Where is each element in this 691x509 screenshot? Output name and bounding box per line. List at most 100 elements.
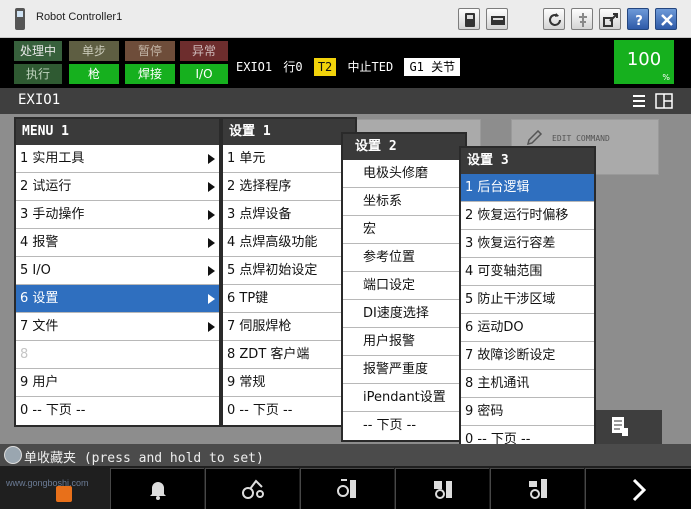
setup3-item-background-logic[interactable]: 1 后台逻辑: [461, 174, 594, 202]
setup3-item[interactable]: 7 故障诊断设定: [461, 342, 594, 370]
submenu-arrow-icon: [208, 266, 215, 276]
group-badge: G1 关节: [404, 58, 461, 76]
watermark-text: www.gongboshi.com: [6, 478, 89, 488]
setup1-item[interactable]: 6 TP键: [223, 285, 355, 313]
chevron-right-icon: [632, 478, 646, 502]
keyboard-button[interactable]: [486, 8, 508, 30]
setup3-item[interactable]: 3 恢复运行容差: [461, 230, 594, 258]
lock-button[interactable]: [571, 8, 593, 30]
setup1-item[interactable]: 5 点焊初始设定: [223, 257, 355, 285]
screen-icons: [631, 93, 673, 113]
screen-name: EXIO1: [18, 92, 61, 108]
bell-icon: [149, 482, 166, 500]
submenu-arrow-icon: [208, 182, 215, 192]
alarm-key[interactable]: [110, 468, 204, 509]
main-menu-header: MENU 1: [16, 119, 219, 145]
setup3-item[interactable]: 9 密码: [461, 398, 594, 426]
status-step: 单步: [69, 41, 119, 61]
setup2-item[interactable]: 电极头修磨: [343, 160, 465, 188]
split-view-icon[interactable]: [655, 93, 673, 109]
close-icon: [661, 14, 673, 26]
program-robot-icon: [528, 479, 547, 499]
edit-command-label: EDIT COMMAND: [552, 134, 610, 143]
line-number: 行0: [283, 60, 303, 74]
override-value: 100: [626, 49, 662, 70]
override-indicator[interactable]: 100 %: [614, 40, 674, 84]
next-key[interactable]: [585, 468, 691, 509]
setup-menu-2-header: 设置 2: [343, 134, 465, 160]
program-status-line: EXIO1 行0 T2 中止TED G1 关节: [236, 58, 461, 76]
status-hold: 暂停: [125, 41, 175, 61]
setup1-item[interactable]: 4 点焊高级功能: [223, 229, 355, 257]
submenu-arrow-icon: [208, 294, 215, 304]
setup-menu-3-header: 设置 3: [461, 148, 594, 174]
menu-item-next-page[interactable]: 0 -- 下页 --: [16, 397, 219, 425]
setup-menu-3: 设置 3 1 后台逻辑 2 恢复运行时偏移 3 恢复运行容差 4 可变轴范围 5…: [459, 146, 596, 456]
menu-item-io[interactable]: 5 I/O: [16, 257, 219, 285]
message-text: 单收藏夹 (press and hold to set): [24, 451, 264, 466]
status-busy: 处理中: [14, 41, 62, 61]
setup2-item[interactable]: 报警严重度: [343, 356, 465, 384]
setup1-item[interactable]: 8 ZDT 客户端: [223, 341, 355, 369]
refresh-button[interactable]: [543, 8, 565, 30]
setup1-item[interactable]: 1 单元: [223, 145, 355, 173]
status-gun: 枪: [69, 64, 119, 84]
setup2-item[interactable]: iPendant设置: [343, 384, 465, 412]
robot-key-3[interactable]: [395, 468, 489, 509]
keyboard-icon: [491, 16, 505, 25]
jog-robot-icon: [433, 481, 452, 499]
menu-icon[interactable]: [631, 93, 647, 109]
menu-item-test-cycle[interactable]: 2 试运行: [16, 173, 219, 201]
override-unit: %: [662, 73, 670, 82]
setup3-item[interactable]: 8 主机通讯: [461, 370, 594, 398]
setup3-item[interactable]: 2 恢复运行时偏移: [461, 202, 594, 230]
side-tile[interactable]: [596, 410, 662, 444]
setup2-item[interactable]: 端口设定: [343, 272, 465, 300]
help-icon: ?: [635, 14, 643, 29]
setup2-item[interactable]: -- 下页 --: [343, 412, 465, 440]
menu-item-utilities[interactable]: 1 实用工具: [16, 145, 219, 173]
setup1-item[interactable]: 3 点焊设备: [223, 201, 355, 229]
teach-pendant-icon: [15, 8, 25, 30]
submenu-arrow-icon: [208, 210, 215, 220]
popout-icon: [603, 13, 618, 27]
setup2-item[interactable]: 用户报警: [343, 328, 465, 356]
setup1-item[interactable]: 7 伺服焊枪: [223, 313, 355, 341]
setup1-item[interactable]: 2 选择程序: [223, 173, 355, 201]
window-title: Robot Controller1: [36, 11, 123, 23]
robot-key-4[interactable]: [490, 468, 584, 509]
popout-button[interactable]: [599, 8, 621, 30]
tool-icon: [579, 13, 587, 27]
mode-badge: T2: [313, 58, 337, 76]
menu-item-manual-fctns[interactable]: 3 手动操作: [16, 201, 219, 229]
setup2-item[interactable]: 宏: [343, 216, 465, 244]
pendant-view-button[interactable]: [458, 8, 480, 30]
setup3-item[interactable]: 5 防止干涉区域: [461, 286, 594, 314]
setup1-item[interactable]: 9 常规: [223, 369, 355, 397]
setup1-item[interactable]: 0 -- 下页 --: [223, 397, 355, 425]
setup3-item[interactable]: 6 运动DO: [461, 314, 594, 342]
setup2-item[interactable]: 坐标系: [343, 188, 465, 216]
status-io: I/O: [180, 64, 228, 84]
status-run: 执行: [14, 64, 62, 84]
robot-key-2[interactable]: [300, 468, 394, 509]
setup2-item[interactable]: 参考位置: [343, 244, 465, 272]
help-button[interactable]: ?: [627, 8, 649, 30]
function-key-bar: [0, 466, 691, 509]
edit-icon: [526, 130, 543, 146]
close-button[interactable]: [655, 8, 677, 30]
message-line: 单收藏夹 (press and hold to set): [0, 444, 691, 466]
favorite-menu-icon[interactable]: [56, 486, 72, 502]
menu-item-alarm[interactable]: 4 报警: [16, 229, 219, 257]
menu-item-file[interactable]: 7 文件: [16, 313, 219, 341]
submenu-arrow-icon: [208, 238, 215, 248]
robot-icon: [4, 446, 22, 464]
menu-item-user[interactable]: 9 用户: [16, 369, 219, 397]
submenu-arrow-icon: [208, 322, 215, 332]
document-icon: [612, 417, 628, 436]
setup3-item[interactable]: 4 可变轴范围: [461, 258, 594, 286]
robot-key-1[interactable]: [205, 468, 299, 509]
program-name: EXIO1: [236, 60, 273, 74]
setup2-item[interactable]: DI速度选择: [343, 300, 465, 328]
menu-item-setup[interactable]: 6 设置: [16, 285, 219, 313]
